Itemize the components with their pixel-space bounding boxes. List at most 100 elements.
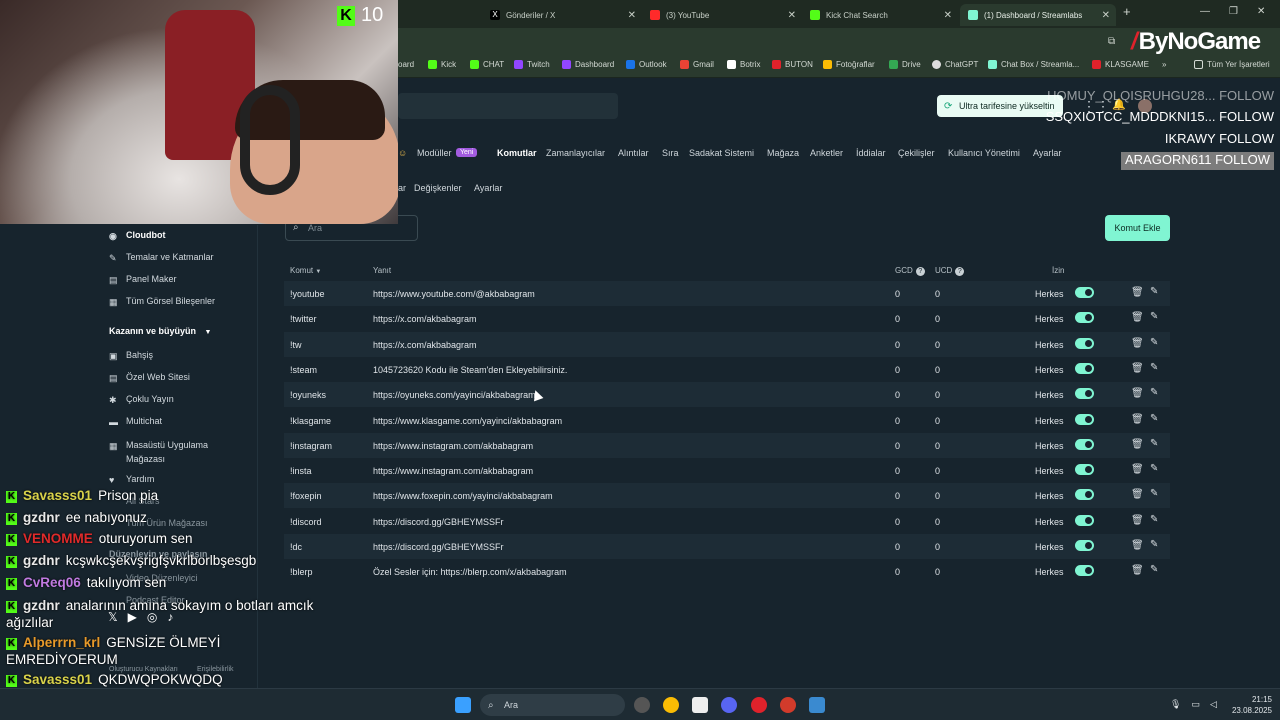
sidebar-item-cloudbot[interactable]: ◉ Cloudbot	[109, 230, 166, 241]
taskbar-clock[interactable]: 21:15 23.08.2025	[1228, 694, 1272, 716]
bookmark-chatbox[interactable]: Chat Box / Streamla...	[988, 60, 1079, 69]
app-icon[interactable]	[809, 697, 825, 713]
table-row[interactable]: !insta https://www.instagram.com/akbabagr…	[284, 458, 1170, 483]
trash-icon[interactable]: 🗑	[1131, 439, 1144, 450]
enabled-toggle[interactable]	[1075, 489, 1094, 501]
bookmark-photos[interactable]: Fotoğraflar	[823, 60, 875, 69]
table-row[interactable]: !steam 1045723620 Kodu ile Steam'den Ekle…	[284, 357, 1170, 382]
enabled-toggle[interactable]	[1075, 565, 1094, 577]
nav-queue[interactable]: Sıra	[662, 148, 679, 158]
translate-icon[interactable]: ⧉	[1108, 36, 1115, 47]
help-icon[interactable]: ?	[915, 267, 925, 276]
instagram-icon[interactable]: ◎	[147, 610, 157, 624]
enabled-toggle[interactable]	[1075, 438, 1094, 450]
bookmark-kick[interactable]: Kick	[428, 60, 456, 69]
volume-icon[interactable]: ◁	[1210, 699, 1217, 710]
sidebar-item-tips[interactable]: ▣ Bahşiş	[109, 350, 153, 361]
pencil-icon[interactable]: ✎	[1150, 286, 1158, 297]
taskbar-search[interactable]: ⌕ Ara	[480, 694, 625, 716]
subnav-commands[interactable]: ar	[398, 183, 406, 193]
bookmark-drive[interactable]: Drive	[889, 60, 921, 69]
pencil-icon[interactable]: ✎	[1150, 539, 1158, 550]
bookmark-klasgame[interactable]: KLASGAME	[1092, 60, 1149, 69]
app-icon[interactable]	[780, 697, 796, 713]
tab-youtube[interactable]: (3) YouTube ✕	[642, 4, 802, 26]
tab-x[interactable]: X Gönderiler / X ✕	[482, 4, 642, 26]
table-row[interactable]: !instagram https://www.instagram.com/akba…	[284, 432, 1170, 458]
minimize-icon[interactable]: —	[1200, 6, 1210, 17]
sidebar-item-multichat[interactable]: ▬ Multichat	[109, 416, 162, 427]
steam-icon[interactable]	[634, 697, 650, 713]
bookmark-botrix[interactable]: Botrix	[727, 60, 760, 69]
close-icon[interactable]: ✕	[944, 10, 952, 21]
trash-icon[interactable]: 🗑	[1131, 540, 1144, 551]
sidebar-item-panel-maker[interactable]: ▤ Panel Maker	[109, 274, 177, 285]
sidebar-section-earn[interactable]: Kazanın ve büyüyün ▼	[109, 326, 211, 336]
sidebar-item-app-store[interactable]: ▦ Masaüstü Uygulama Mağazası	[109, 438, 236, 466]
bookmark-chatgpt[interactable]: ChatGPT	[932, 60, 978, 69]
table-row[interactable]: !dc https://discord.gg/GBHEYMSSFr 0 0 Herkes…	[284, 534, 1170, 559]
trash-icon[interactable]: 🗑	[1131, 287, 1144, 298]
nav-loyalty[interactable]: Sadakat Sistemi	[689, 148, 754, 158]
new-tab-button[interactable]: +	[1123, 4, 1131, 19]
enabled-toggle[interactable]	[1075, 540, 1094, 551]
subnav-settings[interactable]: Ayarlar	[474, 183, 502, 193]
close-window-icon[interactable]: ✕	[1257, 6, 1265, 17]
enabled-toggle[interactable]	[1075, 413, 1094, 425]
nav-user-management[interactable]: Kullanıcı Yönetimi	[948, 148, 1020, 158]
pencil-icon[interactable]: ✎	[1150, 413, 1158, 424]
table-row[interactable]: !oyuneks https://oyuneks.com/yayinci/akba…	[284, 382, 1170, 408]
close-icon[interactable]: ✕	[1102, 10, 1110, 21]
trash-icon[interactable]: 🗑	[1131, 363, 1144, 374]
table-row[interactable]: !blerp Özel Sesler için: https://blerp.co…	[284, 559, 1170, 584]
nav-giveaways[interactable]: Çekilişler	[898, 148, 935, 158]
enabled-toggle[interactable]	[1075, 464, 1094, 476]
maximize-icon[interactable]: ❐	[1229, 6, 1238, 17]
windows-start-icon[interactable]	[455, 697, 471, 713]
enabled-toggle[interactable]	[1075, 514, 1094, 526]
trash-icon[interactable]: 🗑	[1131, 565, 1144, 576]
network-icon[interactable]: ▭	[1191, 699, 1200, 710]
pencil-icon[interactable]: ✎	[1150, 564, 1158, 575]
pencil-icon[interactable]: ✎	[1150, 463, 1158, 474]
close-icon[interactable]: ✕	[628, 10, 636, 21]
trash-icon[interactable]: 🗑	[1131, 515, 1144, 526]
tab-streamlabs[interactable]: (1) Dashboard / Streamlabs ✕	[960, 4, 1116, 26]
more-bookmarks-button[interactable]: »	[1162, 60, 1166, 69]
sidebar-item-help[interactable]: ♥ Yardım	[109, 474, 154, 485]
nav-polls[interactable]: Anketler	[810, 148, 843, 158]
trash-icon[interactable]: 🗑	[1131, 464, 1144, 475]
pencil-icon[interactable]: ✎	[1150, 362, 1158, 373]
all-bookmarks[interactable]: Tüm Yer İşaretleri	[1194, 60, 1270, 69]
pencil-icon[interactable]: ✎	[1150, 514, 1158, 525]
bookmark-gmail[interactable]: Gmail	[680, 60, 714, 69]
obs-icon[interactable]	[692, 697, 708, 713]
tiktok-icon[interactable]: ♪	[167, 610, 173, 624]
add-command-button[interactable]: Komut Ekle	[1105, 215, 1170, 241]
sidebar-item-themes[interactable]: ✎ Temalar ve Katmanlar	[109, 252, 214, 263]
pencil-icon[interactable]: ✎	[1150, 488, 1158, 499]
bookmark-outlook[interactable]: Outlook	[626, 60, 667, 69]
bookmark-buton[interactable]: BUTON	[772, 60, 813, 69]
table-row[interactable]: !klasgame https://www.klasgame.com/yayinc…	[284, 408, 1170, 433]
subnav-variables[interactable]: Değişkenler	[414, 183, 462, 193]
discord-icon[interactable]	[721, 697, 737, 713]
bookmark-item[interactable]: oard	[398, 60, 414, 69]
pencil-icon[interactable]: ✎	[1150, 387, 1158, 398]
nav-commands[interactable]: Komutlar	[497, 148, 537, 158]
pencil-icon[interactable]: ✎	[1150, 438, 1158, 449]
sidebar-item-multistream[interactable]: ✱ Çoklu Yayın	[109, 394, 174, 405]
nav-timers[interactable]: Zamanlayıcılar	[546, 148, 605, 158]
table-row[interactable]: !discord https://discord.gg/GBHEYMSSFr 0 0 H…	[284, 509, 1170, 534]
top-search-bar[interactable]	[398, 93, 618, 119]
youtube-icon[interactable]: ▶	[128, 610, 137, 624]
enabled-toggle[interactable]	[1075, 312, 1094, 324]
enabled-toggle[interactable]	[1075, 287, 1094, 298]
bookmark-dashboard[interactable]: Dashboard	[562, 60, 614, 69]
table-row[interactable]: !tw https://x.com/akbabagram 0 0 Herkes 🗑 ✎	[284, 331, 1170, 357]
trash-icon[interactable]: 🗑	[1131, 414, 1144, 425]
sidebar-item-website[interactable]: ▤ Özel Web Sitesi	[109, 372, 190, 383]
nav-quotes[interactable]: Alıntılar	[618, 148, 649, 158]
nav-bets[interactable]: İddialar	[856, 148, 886, 158]
nav-store[interactable]: Mağaza	[767, 148, 799, 158]
